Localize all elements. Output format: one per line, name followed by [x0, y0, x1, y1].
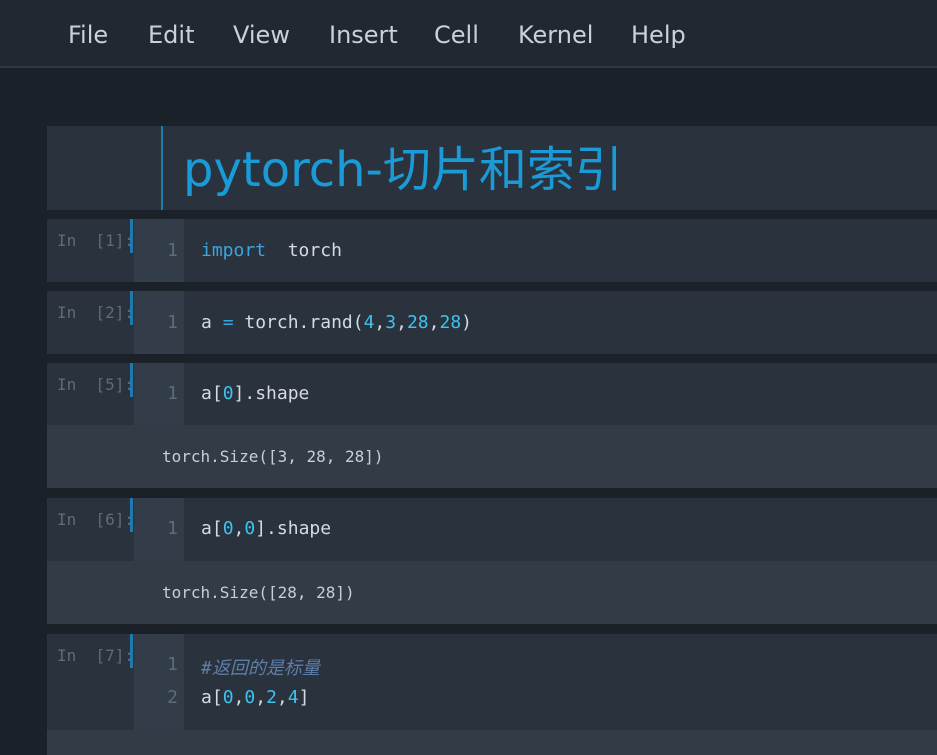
cell-prompt: In [6]:	[57, 510, 135, 529]
line-number: 1	[167, 654, 178, 675]
cell-output	[47, 730, 937, 755]
cell-selection-bar	[130, 363, 133, 397]
code-cell-7[interactable]: In [7]: 1 2 #返回的是标量 a[0,0,2,4]	[47, 634, 937, 730]
cell-prompt: In [2]:	[57, 303, 135, 322]
cell-prompt: In [7]:	[57, 646, 135, 665]
cell-output: torch.Size([3, 28, 28])	[47, 425, 937, 488]
code-keyword: import	[201, 240, 267, 261]
cell-selection-bar	[161, 126, 163, 210]
line-number-gutter: 1 2	[134, 634, 184, 730]
notebook-title: pytorch-切片和索引	[183, 142, 623, 198]
menu-kernel[interactable]: Kernel	[518, 18, 593, 52]
code-line[interactable]: #返回的是标量	[201, 654, 320, 680]
markdown-cell-title[interactable]: pytorch-切片和索引	[47, 126, 937, 210]
line-number-gutter: 1	[134, 219, 184, 282]
line-number: 1	[167, 312, 178, 333]
code-line[interactable]: a[0,0].shape	[201, 518, 331, 539]
code-cell-6[interactable]: In [6]: 1 a[0,0].shape	[47, 498, 937, 561]
output-text: torch.Size([3, 28, 28])	[162, 447, 384, 466]
menu-bar: File Edit View Insert Cell Kernel Help	[0, 0, 937, 68]
code-line[interactable]: a[0,0,2,4]	[201, 687, 309, 708]
line-number-gutter: 1	[134, 363, 184, 425]
cell-selection-bar	[130, 291, 133, 325]
code-text: torch	[287, 240, 342, 261]
output-text: torch.Size([28, 28])	[162, 583, 355, 602]
cell-prompt: In [1]:	[57, 231, 135, 250]
cell-selection-bar	[130, 219, 133, 253]
cell-prompt: In [5]:	[57, 375, 135, 394]
code-line[interactable]: import torch	[201, 240, 342, 261]
menu-view[interactable]: View	[233, 18, 290, 52]
line-number: 1	[167, 240, 178, 261]
line-number-gutter: 1	[134, 291, 184, 354]
line-number: 1	[167, 383, 178, 404]
line-number-gutter: 1	[134, 498, 184, 561]
code-cell-1[interactable]: In [1]: 1 import torch	[47, 219, 937, 282]
line-number: 1	[167, 518, 178, 539]
line-number: 2	[167, 687, 178, 708]
menu-edit[interactable]: Edit	[148, 18, 194, 52]
code-line[interactable]: a = torch.rand(4,3,28,28)	[201, 312, 472, 333]
cell-output: torch.Size([28, 28])	[47, 561, 937, 624]
menu-insert[interactable]: Insert	[329, 18, 398, 52]
code-comment: #返回的是标量	[201, 658, 320, 679]
code-line[interactable]: a[0].shape	[201, 383, 309, 404]
menu-file[interactable]: File	[68, 18, 108, 52]
cell-selection-bar	[130, 498, 133, 532]
code-cell-5[interactable]: In [5]: 1 a[0].shape	[47, 363, 937, 425]
menu-help[interactable]: Help	[631, 18, 686, 52]
menu-cell[interactable]: Cell	[434, 18, 479, 52]
cell-selection-bar	[130, 634, 133, 668]
code-cell-2[interactable]: In [2]: 1 a = torch.rand(4,3,28,28)	[47, 291, 937, 354]
